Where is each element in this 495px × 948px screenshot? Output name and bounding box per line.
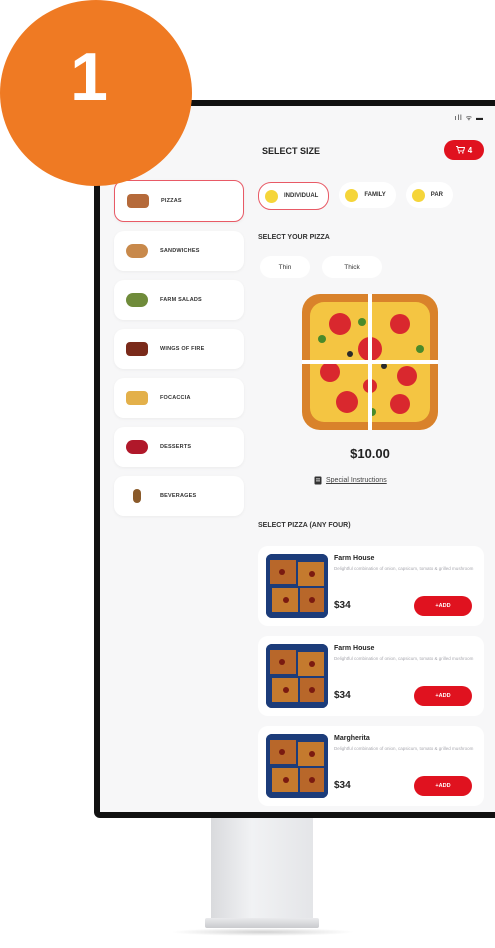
- size-selector: INDIVIDUAL FAMILY PAR: [258, 182, 454, 210]
- sidebar-item-label: SANDWICHES: [160, 248, 200, 254]
- category-sidebar: PIZZAS SANDWICHES FARM SALADS WINGS OF F…: [114, 180, 244, 525]
- list-item: Farm House Delightful combination of oni…: [258, 636, 484, 716]
- wings-icon: [126, 342, 148, 356]
- dessert-icon: [126, 440, 148, 454]
- person-icon: [265, 189, 278, 203]
- sidebar-item-label: PIZZAS: [161, 198, 182, 204]
- sidebar-item-focaccia[interactable]: FOCACCIA: [114, 378, 244, 418]
- note-icon: [314, 476, 322, 485]
- sidebar-item-pizzas[interactable]: PIZZAS: [114, 180, 244, 222]
- list-item: Farm House Delightful combination of oni…: [258, 546, 484, 626]
- cart-button[interactable]: 4: [444, 140, 484, 160]
- sidebar-item-wings-of-fire[interactable]: WINGS OF FIRE: [114, 329, 244, 369]
- size-option-individual[interactable]: INDIVIDUAL: [258, 182, 330, 210]
- sidebar-item-label: FOCACCIA: [160, 395, 191, 401]
- sidebar-item-label: WINGS OF FIRE: [160, 346, 205, 352]
- monitor: ıll ᯤ ▬ SELECT SIZE 4 PIZZAS SANDWICHES …: [94, 100, 495, 818]
- pizza-icon: [127, 194, 149, 208]
- add-button[interactable]: +ADD: [414, 686, 472, 706]
- sidebar-item-label: FARM SALADS: [160, 297, 202, 303]
- party-icon: [411, 188, 425, 202]
- cart-count: 4: [467, 145, 473, 155]
- product-price: $10.00: [350, 446, 390, 461]
- focaccia-icon: [126, 391, 148, 405]
- beverage-icon: [133, 489, 141, 503]
- list-heading: SELECT PIZZA (ANY FOUR): [258, 522, 351, 529]
- item-description: Delightful combination of onion, capsicu…: [334, 656, 474, 661]
- app-screen: ıll ᯤ ▬ SELECT SIZE 4 PIZZAS SANDWICHES …: [100, 106, 495, 812]
- add-button[interactable]: +ADD: [414, 596, 472, 616]
- item-price: $34: [334, 780, 351, 791]
- pizza-thumbnail: [266, 554, 328, 618]
- sidebar-item-desserts[interactable]: DESSERTS: [114, 427, 244, 467]
- size-option-family[interactable]: FAMILY: [339, 182, 396, 208]
- item-price: $34: [334, 690, 351, 701]
- list-item: Margherita Delightful combination of oni…: [258, 726, 484, 806]
- item-description: Delightful combination of onion, capsicu…: [334, 566, 474, 571]
- sidebar-item-beverages[interactable]: BEVERAGES: [114, 476, 244, 516]
- sandwich-icon: [126, 244, 148, 258]
- step-number: 1: [70, 39, 108, 115]
- item-name: Farm House: [334, 645, 375, 652]
- special-instructions-link[interactable]: Special Instructions: [314, 476, 387, 485]
- pizza-thumbnail: [266, 644, 328, 708]
- size-label: FAMILY: [364, 192, 386, 198]
- cart-icon: [455, 146, 465, 154]
- status-bar-icons: ıll ᯤ ▬: [454, 115, 484, 122]
- pizza-image: [302, 294, 438, 430]
- step-badge: 1: [0, 0, 192, 186]
- crust-thick-button[interactable]: Thick: [322, 256, 382, 278]
- size-label: INDIVIDUAL: [284, 193, 319, 199]
- size-label: PAR: [430, 192, 444, 198]
- sidebar-item-label: BEVERAGES: [160, 493, 197, 499]
- item-name: Farm House: [334, 555, 375, 562]
- monitor-stand: [211, 815, 313, 923]
- stand-shadow: [170, 928, 355, 936]
- size-option-party[interactable]: PAR: [405, 182, 454, 208]
- pizza-thumbnail: [266, 734, 328, 798]
- item-name: Margherita: [334, 735, 370, 742]
- crust-thin-button[interactable]: Thin: [260, 256, 310, 278]
- item-description: Delightful combination of onion, capsicu…: [334, 746, 474, 751]
- salad-icon: [126, 293, 148, 307]
- add-button[interactable]: +ADD: [414, 776, 472, 796]
- sidebar-item-sandwiches[interactable]: SANDWICHES: [114, 231, 244, 271]
- sidebar-item-label: DESSERTS: [160, 444, 192, 450]
- select-pizza-heading: SELECT YOUR PIZZA: [258, 234, 330, 241]
- page-title: SELECT SIZE: [262, 146, 321, 156]
- monitor-stand-base: [205, 918, 319, 928]
- sidebar-item-farm-salads[interactable]: FARM SALADS: [114, 280, 244, 320]
- item-price: $34: [334, 600, 351, 611]
- special-instructions-label: Special Instructions: [326, 477, 387, 484]
- family-icon: [345, 188, 359, 202]
